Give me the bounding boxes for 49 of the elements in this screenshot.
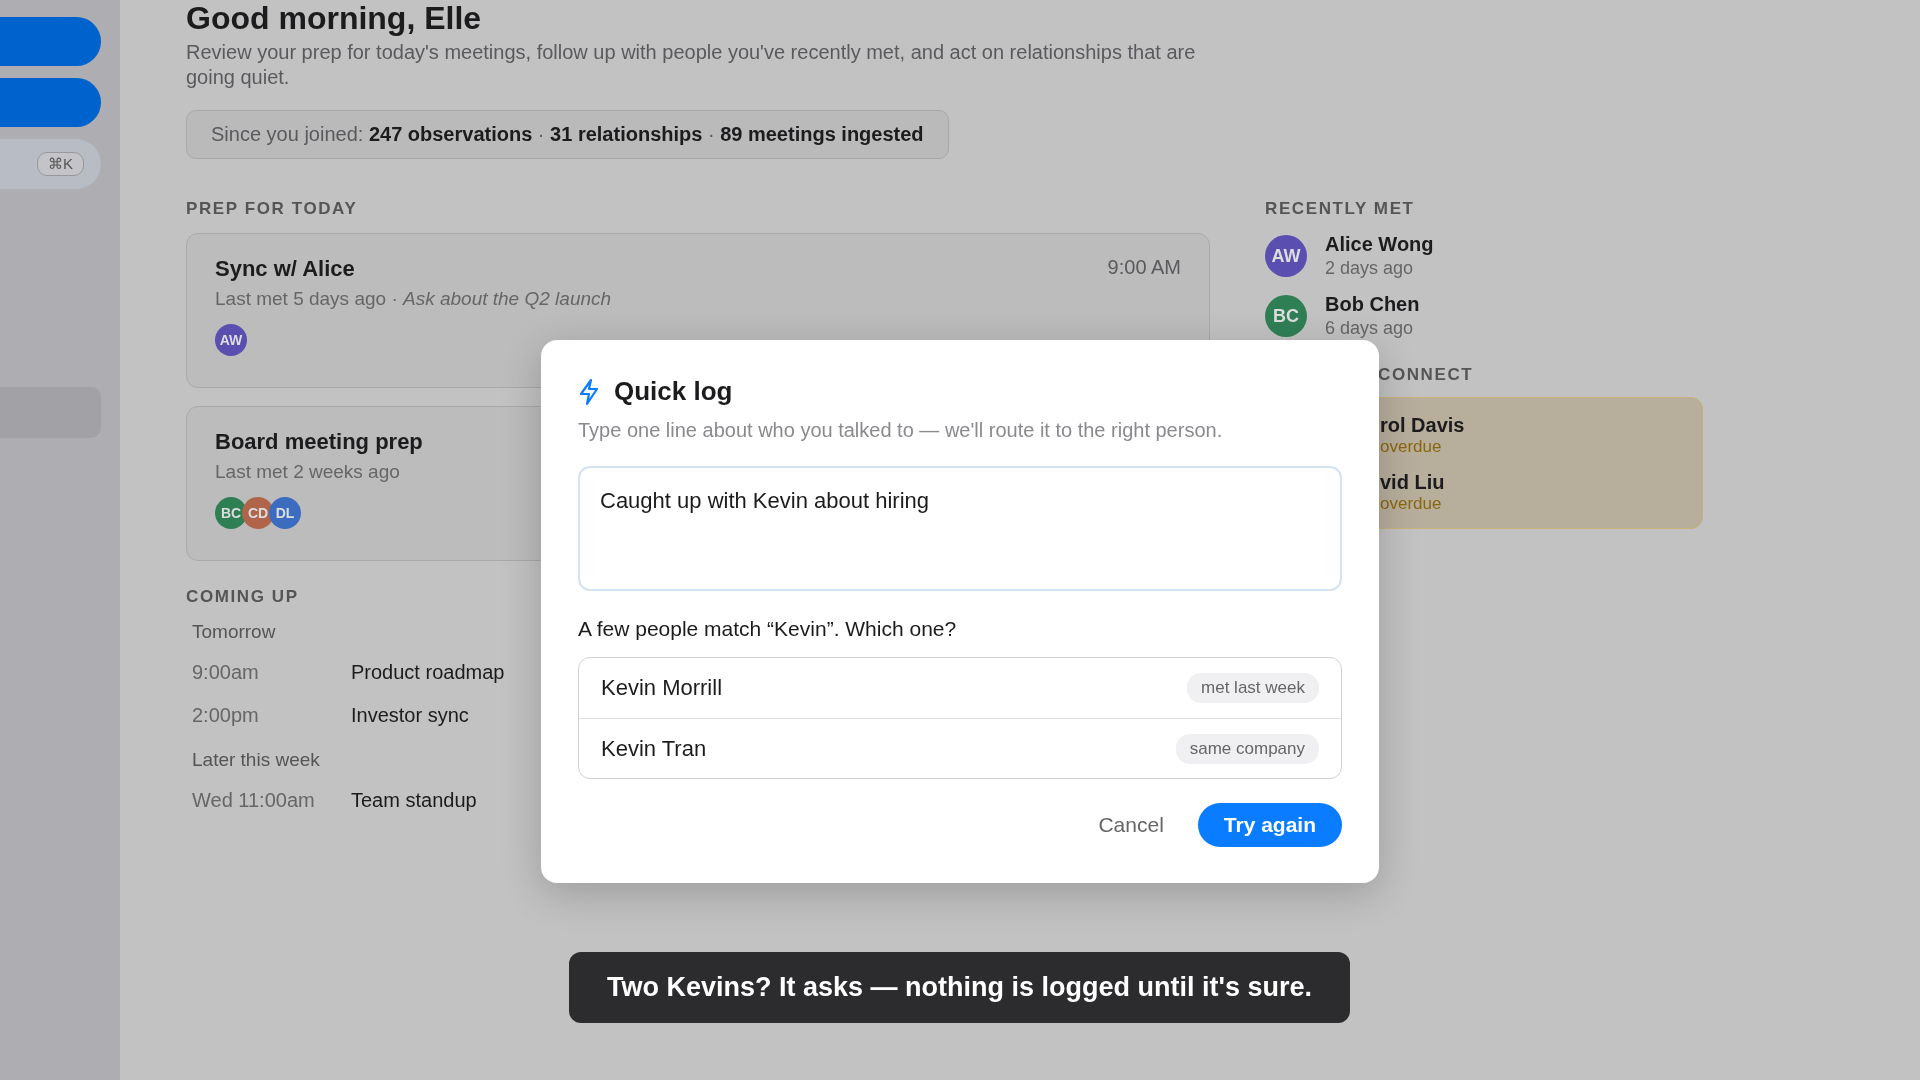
avatar: AW: [215, 324, 247, 356]
last-met: 6 days ago: [1325, 318, 1415, 339]
avatar: CD: [242, 497, 274, 529]
caption-toast: Two Kevins? It asks — nothing is logged until it's sure.: [569, 952, 1350, 1023]
section-heading: PREP FOR TODAY: [186, 199, 358, 219]
meeting-time: 9:00 AM: [1107, 256, 1181, 280]
sidebar-button[interactable]: [0, 78, 101, 127]
lightning-icon: [578, 377, 600, 406]
section-heading: RECENTLY MET: [1265, 199, 1415, 219]
avatar: BC: [215, 497, 247, 529]
person-name: Bob Chen: [1325, 293, 1420, 316]
status-text: overdue: [1380, 494, 1443, 514]
meeting-title: Sync w/ Alice: [215, 256, 355, 282]
retry-button[interactable]: Try again: [1197, 803, 1342, 847]
event-time: 2:00pm: [192, 704, 260, 727]
person-name: vid Liu: [1380, 471, 1446, 494]
match-option[interactable]: Kevin Tran same company: [579, 718, 1341, 778]
stats-summary: Since you joined: 247 observations · 31 relationships · 89 meetings ingested: [186, 110, 949, 159]
last-met: 2 days ago: [1325, 258, 1415, 279]
avatar: BC: [1265, 295, 1307, 337]
meeting-title: Board meeting prep: [215, 429, 423, 455]
page-title: Good morning, Elle: [186, 0, 483, 36]
avatar: AW: [1265, 235, 1307, 277]
match-tag: met last week: [1187, 673, 1319, 703]
section-heading: CONNECT: [1377, 365, 1474, 385]
match-option[interactable]: Kevin Morrill met last week: [579, 658, 1341, 718]
intro-text: Review your prep for today's meetings, follow up with people you've recently met, and act on relationships that are going quiet.: [186, 40, 1197, 90]
event-title: Team standup: [351, 789, 477, 812]
log-input[interactable]: Caught up with Kevin about hiring: [578, 466, 1342, 591]
person-name: rol Davis: [1380, 414, 1466, 437]
status-text: overdue: [1380, 437, 1443, 457]
search-field[interactable]: ⌘K: [0, 139, 101, 189]
avatar: DL: [269, 497, 301, 529]
sidebar-button[interactable]: [0, 17, 101, 66]
section-heading: COMING UP: [186, 587, 299, 607]
event-title: Investor sync: [351, 704, 469, 727]
day-label: Tomorrow: [191, 621, 276, 643]
person-name: Alice Wong: [1325, 233, 1434, 256]
event-time: Wed 11:00am: [192, 789, 316, 812]
match-question: A few people match “Kevin”. Which one?: [578, 617, 958, 641]
meeting-detail: Last met 2 weeks ago: [215, 461, 400, 483]
meeting-detail: Last met 5 days ago · Ask about the Q2 launch: [215, 288, 612, 310]
cancel-button[interactable]: Cancel: [1092, 803, 1170, 847]
event-title: Product roadmap: [351, 661, 505, 684]
match-tag: same company: [1175, 733, 1319, 764]
shortcut-key: ⌘K: [37, 152, 84, 176]
day-label: Later this week: [191, 749, 320, 771]
dialog-subtitle: Type one line about who you talked to — we'll route it to the right person.: [578, 419, 1224, 442]
event-time: 9:00am: [192, 661, 260, 684]
